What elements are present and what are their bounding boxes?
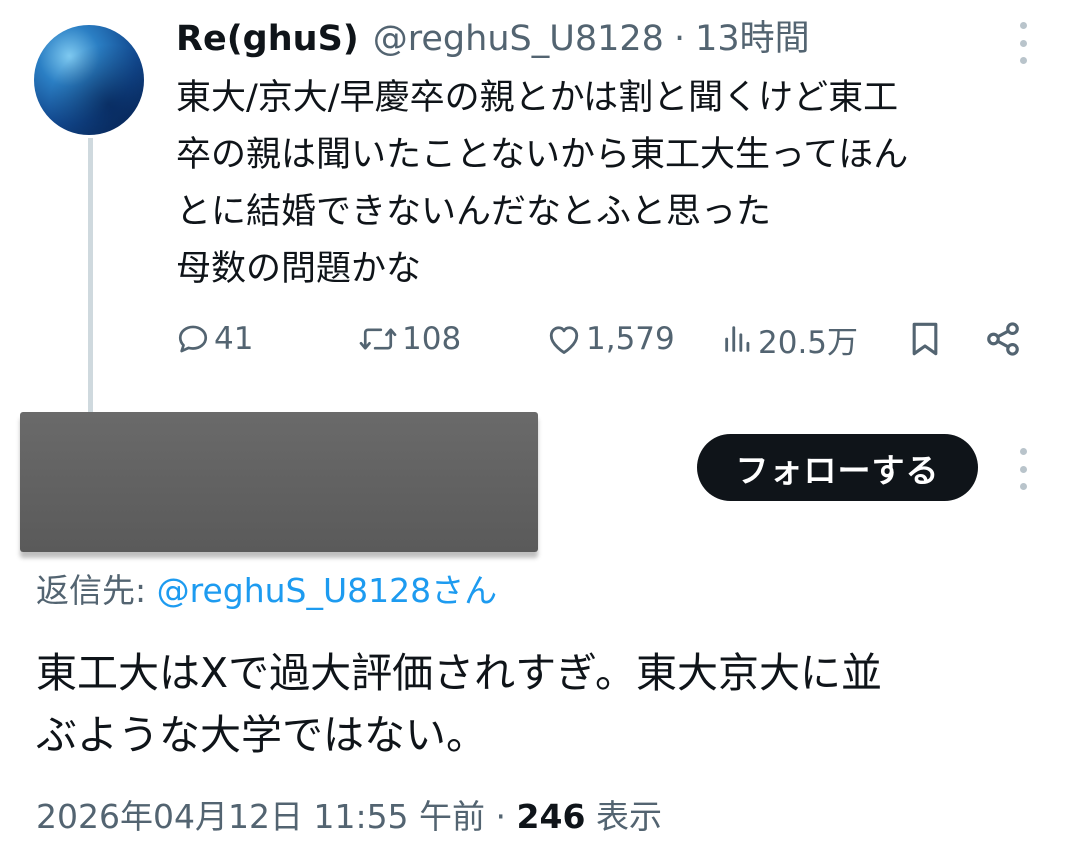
thread-connector-line xyxy=(88,138,93,414)
replying-to: 返信先: @reghuS_U8128さん xyxy=(36,568,497,614)
views-button[interactable]: 20.5万 xyxy=(722,316,858,362)
share-button[interactable] xyxy=(984,316,1022,362)
tweet-header: Re(ghuS) @reghuS_U8128 · 13時間 xyxy=(176,16,810,62)
reply-text-line: 東工大はXで過大評価されすぎ。東大京大に並 xyxy=(36,649,883,697)
tweet-meta: 2026年04月12日 11:55 午前 · 246 表示 xyxy=(36,794,662,840)
tweet-text-line: とに結婚できないんだなとふと思った xyxy=(176,192,772,232)
redacted-user-info xyxy=(20,412,538,552)
bookmark-button[interactable] xyxy=(908,316,942,362)
replying-to-mention[interactable]: @reghuS_U8128さん xyxy=(157,571,498,610)
reply-button[interactable]: 41 xyxy=(176,316,253,362)
share-icon xyxy=(984,320,1022,358)
retweet-icon xyxy=(358,322,398,356)
tweet-text-line: 東大/京大/早慶卒の親とかは割と聞くけど東工 xyxy=(176,78,899,118)
views-count: 246 xyxy=(516,797,586,836)
header-separator: · xyxy=(673,19,686,59)
bookmark-icon xyxy=(908,320,942,358)
meta-separator: · xyxy=(495,797,507,836)
display-name[interactable]: Re(ghuS) xyxy=(176,16,359,62)
views-count: 20.5万 xyxy=(758,324,859,361)
more-vertical-icon[interactable] xyxy=(1019,22,1027,64)
reply-count: 41 xyxy=(214,321,254,357)
views-chart-icon xyxy=(722,322,754,356)
user-avatar[interactable] xyxy=(34,25,144,135)
more-vertical-icon[interactable] xyxy=(1019,448,1027,490)
retweet-button[interactable]: 108 xyxy=(358,316,461,362)
reply-tweet-text: 東工大はXで過大評価されすぎ。東大京大に並 ぶような大学ではない。 xyxy=(36,642,1046,766)
tweet-action-bar: 41 108 1,579 20.5万 xyxy=(0,316,1080,362)
like-count: 1,579 xyxy=(586,321,675,357)
reply-icon xyxy=(176,322,210,356)
reply-text-line: ぶような大学ではない。 xyxy=(36,711,487,759)
retweet-count: 108 xyxy=(402,321,462,357)
tweet-timestamp[interactable]: 2026年04月12日 11:55 午前 xyxy=(36,797,485,836)
tweet-text-line: 母数の問題かな xyxy=(176,249,422,289)
replying-to-label: 返信先: xyxy=(36,571,157,610)
like-button[interactable]: 1,579 xyxy=(546,316,675,362)
tweet-text-line: 卒の親は聞いたことないから東工大生ってほん xyxy=(176,135,909,175)
user-handle[interactable]: @reghuS_U8128 xyxy=(373,16,664,62)
tweet-time[interactable]: 13時間 xyxy=(695,16,810,62)
tweet-text: 東大/京大/早慶卒の親とかは割と聞くけど東工 卒の親は聞いたことないから東工大生… xyxy=(176,70,1056,298)
views-label: 表示 xyxy=(595,797,662,836)
follow-button[interactable]: フォローする xyxy=(697,434,978,501)
heart-icon xyxy=(546,322,582,356)
